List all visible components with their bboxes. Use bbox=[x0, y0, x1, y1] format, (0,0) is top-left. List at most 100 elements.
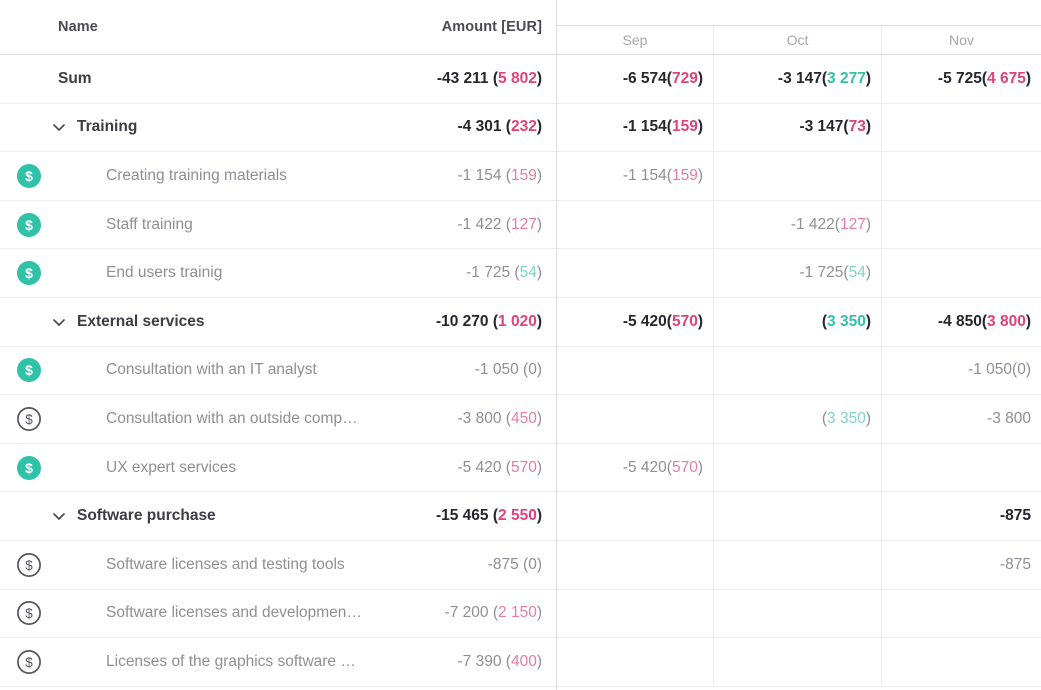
month-cell-nov[interactable]: -875 bbox=[882, 492, 1041, 540]
month-cell-sep[interactable]: -5 420(570) bbox=[557, 443, 714, 492]
row-icon-cell[interactable]: $ bbox=[0, 357, 58, 383]
month-cell-sep[interactable]: -6 574(729) bbox=[557, 55, 714, 103]
table-row-months[interactable]: -5 420(570) bbox=[557, 443, 1041, 493]
month-cell-oct[interactable]: (3 350) bbox=[714, 297, 882, 346]
row-icon-cell[interactable]: $ bbox=[0, 455, 58, 481]
table-row[interactable]: $ Staff training -1 422 (127) bbox=[0, 200, 556, 250]
table-row-months[interactable]: -1 725(54) bbox=[557, 249, 1041, 298]
row-amount-cell[interactable]: -1 422 (127) bbox=[448, 216, 556, 234]
table-row-months[interactable] bbox=[557, 589, 1041, 639]
table-row[interactable]: Training -4 301 (232) bbox=[0, 103, 556, 153]
row-amount-cell[interactable]: -1 050 (0) bbox=[465, 361, 556, 379]
month-cell-nov[interactable]: -3 800 bbox=[882, 395, 1041, 443]
table-row-months[interactable]: -1 154(159) bbox=[557, 152, 1041, 201]
column-header-month-oct[interactable]: Oct bbox=[714, 26, 882, 54]
table-row[interactable]: $ End users trainig -1 725 (54) bbox=[0, 249, 556, 298]
table-row[interactable]: $ Licenses of the graphics software … -7 3… bbox=[0, 638, 556, 687]
table-row[interactable]: $ Creating training materials -1 154 (159) bbox=[0, 152, 556, 201]
month-cell-nov[interactable]: -4 850(3 800) bbox=[882, 298, 1041, 346]
month-cell-nov[interactable] bbox=[882, 201, 1041, 249]
month-cell-oct[interactable] bbox=[714, 540, 882, 589]
table-row-months[interactable]: -1 154(159) -3 147(73) bbox=[557, 103, 1041, 153]
scrollable-right-pane: Sep Oct Nov -6 574(729) -3 147(3 277) -5 725… bbox=[557, 0, 1041, 690]
row-amount-cell[interactable]: -4 301 (232) bbox=[448, 118, 556, 136]
table-row-months[interactable]: -1 422(127) bbox=[557, 200, 1041, 250]
column-header-amount[interactable]: Amount [EUR] bbox=[442, 19, 556, 35]
month-cell-sep[interactable] bbox=[557, 540, 714, 589]
chevron-down-icon[interactable] bbox=[50, 118, 68, 136]
row-amount-cell[interactable]: -3 800 (450) bbox=[448, 410, 556, 428]
table-row-months[interactable]: -5 420(570)(3 350) -4 850(3 800) bbox=[557, 297, 1041, 347]
month-cell-oct[interactable] bbox=[714, 152, 882, 200]
table-row-months[interactable]: -875 bbox=[557, 492, 1041, 541]
row-icon-cell[interactable]: $ bbox=[0, 212, 58, 238]
column-header-month-nov[interactable]: Nov bbox=[882, 26, 1041, 54]
row-amount-cell[interactable]: -1 154 (159) bbox=[448, 167, 556, 185]
table-row[interactable]: $ Consultation with an outside comp… -3 80… bbox=[0, 395, 556, 444]
month-cell-oct[interactable] bbox=[714, 492, 882, 540]
month-cell-sep[interactable] bbox=[557, 638, 714, 686]
row-amount-cell[interactable]: -15 465 (2 550) bbox=[426, 507, 556, 525]
table-row[interactable]: $ Consultation with an IT analyst -1 050 (… bbox=[0, 346, 556, 396]
month-cell-sep[interactable] bbox=[557, 249, 714, 297]
row-amount-cell[interactable]: -43 211 (5 802) bbox=[427, 70, 556, 88]
row-expand-toggle[interactable] bbox=[48, 311, 70, 333]
table-row[interactable]: Sum -43 211 (5 802) bbox=[0, 55, 556, 104]
row-icon-cell[interactable]: $ bbox=[0, 260, 58, 286]
month-cell-sep[interactable] bbox=[557, 346, 714, 395]
month-cell-sep[interactable] bbox=[557, 492, 714, 540]
month-cell-sep[interactable] bbox=[557, 200, 714, 249]
column-header-name[interactable]: Name bbox=[0, 19, 98, 35]
month-cell-nov[interactable] bbox=[882, 249, 1041, 297]
table-row[interactable]: $ Software licenses and developmen… -7 200… bbox=[0, 589, 556, 639]
table-row-months[interactable]: -875 bbox=[557, 540, 1041, 590]
month-cell-oct[interactable]: -3 147(73) bbox=[714, 103, 882, 152]
month-cell-oct[interactable] bbox=[714, 638, 882, 686]
chevron-down-icon[interactable] bbox=[50, 507, 68, 525]
table-row[interactable]: $ UX expert services -5 420 (570) bbox=[0, 443, 556, 493]
month-cell-sep[interactable]: -5 420(570) bbox=[557, 297, 714, 346]
month-cell-sep[interactable] bbox=[557, 589, 714, 638]
row-icon-cell[interactable]: $ bbox=[0, 649, 58, 675]
row-amount-cell[interactable]: -1 725 (54) bbox=[456, 264, 556, 282]
row-expand-toggle[interactable] bbox=[48, 505, 70, 527]
month-cell-nov[interactable] bbox=[882, 590, 1041, 638]
row-amount-cell[interactable]: -7 390 (400) bbox=[448, 653, 556, 671]
row-icon-cell[interactable]: $ bbox=[0, 600, 58, 626]
month-cell-nov[interactable]: -1 050(0) bbox=[882, 347, 1041, 395]
month-cell-oct[interactable]: -3 147(3 277) bbox=[714, 55, 882, 103]
month-cell-nov[interactable] bbox=[882, 638, 1041, 686]
month-cell-sep[interactable]: -1 154(159) bbox=[557, 103, 714, 152]
row-icon-cell[interactable]: $ bbox=[0, 406, 58, 432]
chevron-down-icon[interactable] bbox=[50, 313, 68, 331]
month-cell-oct[interactable] bbox=[714, 589, 882, 638]
month-cell-oct[interactable]: -1 725(54) bbox=[714, 249, 882, 297]
table-row-months[interactable] bbox=[557, 638, 1041, 687]
table-row-months[interactable]: -1 050(0) bbox=[557, 346, 1041, 396]
month-cell-nov[interactable] bbox=[882, 444, 1041, 492]
right-header-spacer bbox=[557, 0, 1041, 26]
table-row-months[interactable]: (3 350) -3 800 bbox=[557, 395, 1041, 444]
table-row[interactable]: External services -10 270 (1 020) bbox=[0, 297, 556, 347]
month-cell-oct[interactable] bbox=[714, 443, 882, 492]
month-cell-oct[interactable]: -1 422(127) bbox=[714, 200, 882, 249]
month-cell-sep[interactable]: -1 154(159) bbox=[557, 152, 714, 200]
month-cell-oct[interactable]: (3 350) bbox=[714, 395, 882, 443]
table-row-months[interactable]: -6 574(729) -3 147(3 277) -5 725(4 675) bbox=[557, 55, 1041, 104]
table-row[interactable]: Software purchase -15 465 (2 550) bbox=[0, 492, 556, 541]
row-amount-cell[interactable]: -7 200 (2 150) bbox=[435, 604, 556, 622]
column-header-month-sep[interactable]: Sep bbox=[557, 26, 714, 54]
month-cell-nov[interactable] bbox=[882, 104, 1041, 152]
row-amount-cell[interactable]: -5 420 (570) bbox=[448, 459, 556, 477]
month-cell-sep[interactable] bbox=[557, 395, 714, 443]
month-cell-nov[interactable]: -5 725(4 675) bbox=[882, 55, 1041, 103]
row-amount-cell[interactable]: -10 270 (1 020) bbox=[426, 313, 556, 331]
month-cell-nov[interactable]: -875 bbox=[882, 541, 1041, 589]
row-icon-cell[interactable]: $ bbox=[0, 163, 58, 189]
row-amount-cell[interactable]: -875 (0) bbox=[478, 556, 556, 574]
month-cell-nov[interactable] bbox=[882, 152, 1041, 200]
month-cell-oct[interactable] bbox=[714, 346, 882, 395]
row-icon-cell[interactable]: $ bbox=[0, 552, 58, 578]
row-expand-toggle[interactable] bbox=[48, 116, 70, 138]
table-row[interactable]: $ Software licenses and testing tools -875… bbox=[0, 540, 556, 590]
